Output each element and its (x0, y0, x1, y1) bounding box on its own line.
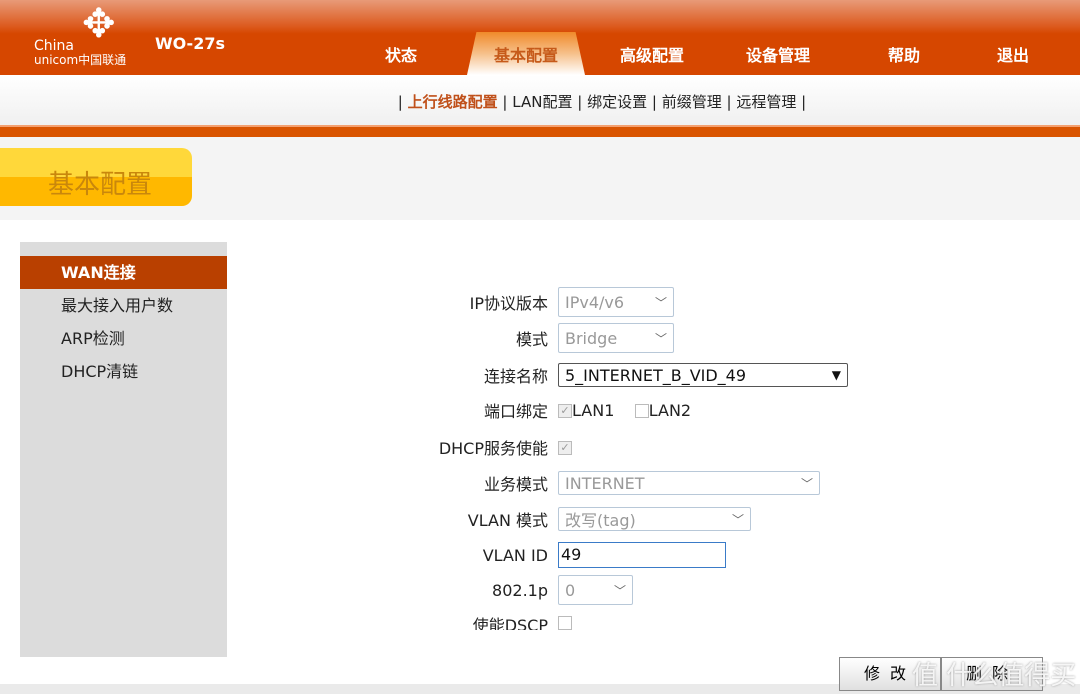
subnav-lan[interactable]: LAN配置 (512, 93, 572, 111)
8021p-select[interactable]: 0 ﹀ (558, 575, 633, 605)
8021p-label: 802.1p (492, 580, 548, 600)
service-mode-select[interactable]: INTERNET ﹀ (558, 471, 820, 495)
chevron-down-icon: ﹀ (613, 583, 626, 598)
separator: | (801, 93, 807, 111)
conn-name-select[interactable]: 5_INTERNET_B_VID_49 ▼ (558, 363, 848, 387)
dscp-checkbox[interactable] (558, 615, 572, 630)
mode-label: 模式 (515, 330, 548, 349)
vlan-mode-select[interactable]: 改写(tag) ﹀ (558, 507, 751, 531)
port-bind-label: 端口绑定 (483, 402, 548, 421)
top-header: ✥ China unicom中国联通 WO-27s 状态 基本配置 高级配置 设… (0, 0, 1080, 75)
tab-basic-config[interactable]: 基本配置 (467, 32, 585, 75)
chevron-down-icon: ▼ (831, 368, 841, 382)
separator: | (726, 93, 732, 111)
divider (0, 125, 1080, 137)
tab-help[interactable]: 帮助 (888, 42, 920, 66)
main-nav: 状态 基本配置 高级配置 设备管理 帮助 退出 (0, 32, 1080, 75)
service-mode-label: 业务模式 (483, 475, 548, 494)
vlan-id-label: VLAN ID (482, 545, 548, 565)
tab-logout[interactable]: 退出 (997, 42, 1029, 66)
mode-select[interactable]: Bridge ﹀ (558, 323, 674, 353)
ip-version-select[interactable]: IPv4/v6 ﹀ (558, 287, 674, 317)
subnav-remote[interactable]: 远程管理 (736, 93, 796, 111)
subnav-prefix[interactable]: 前缀管理 (662, 93, 722, 111)
separator: | (651, 93, 657, 111)
sub-nav: | 上行线路配置 | LAN配置 | 绑定设置 | 前缀管理 | 远程管理 | (0, 75, 1080, 125)
tab-advanced-config[interactable]: 高级配置 (620, 42, 684, 66)
chevron-down-icon: ﹀ (731, 512, 744, 527)
separator: | (577, 93, 583, 111)
select-value: IPv4/v6 (565, 292, 625, 312)
chevron-down-icon: ﹀ (654, 295, 667, 310)
separator: | (397, 93, 403, 111)
vlan-mode-label: VLAN 模式 (467, 511, 548, 530)
lan2-checkbox[interactable] (634, 404, 649, 418)
sidebar-item-wan[interactable]: WAN连接 (20, 256, 227, 289)
subnav-uplink[interactable]: 上行线路配置 (408, 93, 498, 111)
dscp-label: 使能DSCP (472, 616, 548, 630)
vlan-id-input[interactable]: 49 (558, 542, 726, 568)
lan1-label: LAN1 (572, 400, 615, 420)
lan2-label: LAN2 (648, 400, 692, 420)
separator: | (502, 93, 508, 111)
dhcp-label: DHCP服务使能 (438, 439, 548, 458)
subnav-binding[interactable]: 绑定设置 (587, 93, 647, 111)
tab-status[interactable]: 状态 (385, 42, 417, 66)
select-value: 0 (565, 580, 576, 600)
ip-version-label: IP协议版本 (469, 294, 548, 313)
select-value: 改写(tag) (565, 511, 636, 530)
page-title: 基本配置 (0, 148, 192, 206)
conn-name-label: 连接名称 (483, 367, 548, 386)
watermark: 值 什么值得买 (912, 661, 1077, 691)
tab-device-management[interactable]: 设备管理 (746, 42, 810, 66)
chevron-down-icon: ﹀ (800, 476, 813, 491)
dhcp-checkbox[interactable]: ✓ (558, 441, 572, 455)
chevron-down-icon: ﹀ (654, 331, 667, 346)
select-value: INTERNET (565, 473, 645, 493)
lan1-checkbox[interactable]: ✓ (558, 404, 572, 418)
select-value: 5_INTERNET_B_VID_49 (565, 365, 747, 385)
select-value: Bridge (565, 328, 618, 348)
